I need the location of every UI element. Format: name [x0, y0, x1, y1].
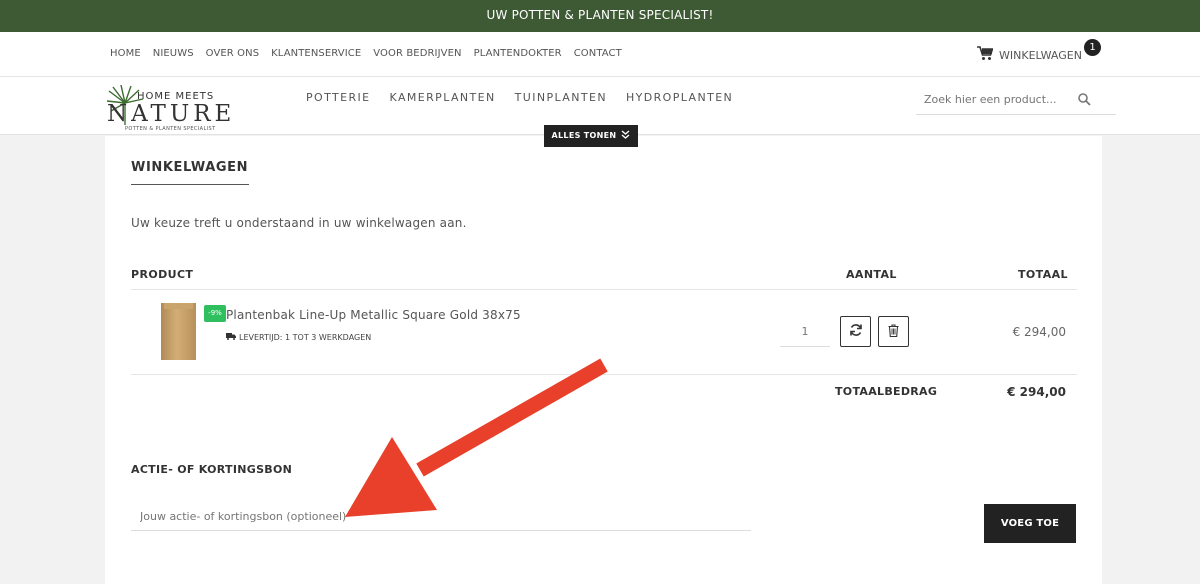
search-icon[interactable] [1078, 91, 1091, 110]
nav-home[interactable]: HOME [110, 48, 141, 59]
top-navigation: HOME NIEUWS OVER ONS KLANTENSERVICE VOOR… [0, 32, 1200, 77]
refresh-icon [849, 322, 863, 341]
category-navigation: POTTERIE KAMERPLANTEN TUINPLANTEN HYDROP… [306, 91, 752, 104]
truck-icon [226, 333, 236, 342]
grand-total-label: TOTAALBEDRAG [835, 385, 938, 398]
show-all-label: ALLES TONEN [551, 131, 617, 140]
nav-news[interactable]: NIEUWS [153, 48, 194, 59]
nav-customer-service[interactable]: KLANTENSERVICE [271, 48, 361, 59]
nav-contact[interactable]: CONTACT [574, 48, 622, 59]
category-pottery[interactable]: POTTERIE [306, 91, 371, 104]
show-all-button[interactable]: ALLES TONEN [544, 125, 638, 147]
product-image[interactable] [161, 303, 196, 360]
cart-link[interactable]: WINKELWAGEN 1 [977, 39, 1101, 65]
cart-count-badge: 1 [1084, 39, 1101, 56]
product-name[interactable]: Plantenbak Line-Up Metallic Square Gold … [226, 308, 521, 322]
category-hydro-plants[interactable]: HYDROPLANTEN [626, 91, 733, 104]
top-links: HOME NIEUWS OVER ONS KLANTENSERVICE VOOR… [110, 48, 634, 59]
category-garden-plants[interactable]: TUINPLANTEN [515, 91, 607, 104]
discount-badge: -9% [204, 305, 226, 322]
divider [131, 289, 1077, 290]
logo-tagline: POTTEN & PLANTEN SPECIALIST [125, 126, 216, 132]
nav-business[interactable]: VOOR BEDRIJVEN [373, 48, 461, 59]
nav-about[interactable]: OVER ONS [206, 48, 259, 59]
search-box [916, 85, 1116, 115]
update-quantity-button[interactable] [840, 316, 871, 347]
page-title: WINKELWAGEN [131, 160, 249, 175]
item-total: € 294,00 [1012, 325, 1066, 339]
double-chevron-down-icon [619, 130, 630, 140]
nav-plant-doctor[interactable]: PLANTENDOKTER [474, 48, 562, 59]
search-input[interactable] [916, 85, 1076, 113]
divider [131, 374, 1077, 375]
cart-intro: Uw keuze treft u onderstaand in uw winke… [131, 216, 467, 230]
quantity-input[interactable] [780, 316, 830, 347]
remove-item-button[interactable] [878, 316, 909, 347]
delivery-time: LEVERTIJD: 1 TOT 3 WERKDAGEN [226, 333, 371, 342]
title-underline [131, 184, 249, 185]
delivery-text: LEVERTIJD: 1 TOT 3 WERKDAGEN [239, 333, 372, 342]
cart-panel: WINKELWAGEN Uw keuze treft u onderstaand… [105, 136, 1102, 584]
header-product: PRODUCT [131, 268, 194, 281]
coupon-title: ACTIE- OF KORTINGSBON [131, 463, 293, 476]
logo[interactable]: HOME MEETS NATURE POTTEN & PLANTEN SPECI… [105, 83, 235, 133]
apply-coupon-button[interactable]: VOEG TOE [984, 504, 1076, 543]
trash-icon [888, 322, 899, 341]
coupon-input[interactable] [131, 503, 751, 531]
logo-line-2: NATURE [107, 101, 236, 127]
cart-icon [977, 46, 994, 65]
promo-bar: UW POTTEN & PLANTEN SPECIALIST! [0, 0, 1200, 32]
header-quantity: AANTAL [846, 268, 897, 281]
header-total: TOTAAL [1018, 268, 1068, 281]
grand-total-value: € 294,00 [1007, 385, 1066, 399]
category-indoor-plants[interactable]: KAMERPLANTEN [390, 91, 496, 104]
cart-label: WINKELWAGEN [999, 49, 1082, 62]
